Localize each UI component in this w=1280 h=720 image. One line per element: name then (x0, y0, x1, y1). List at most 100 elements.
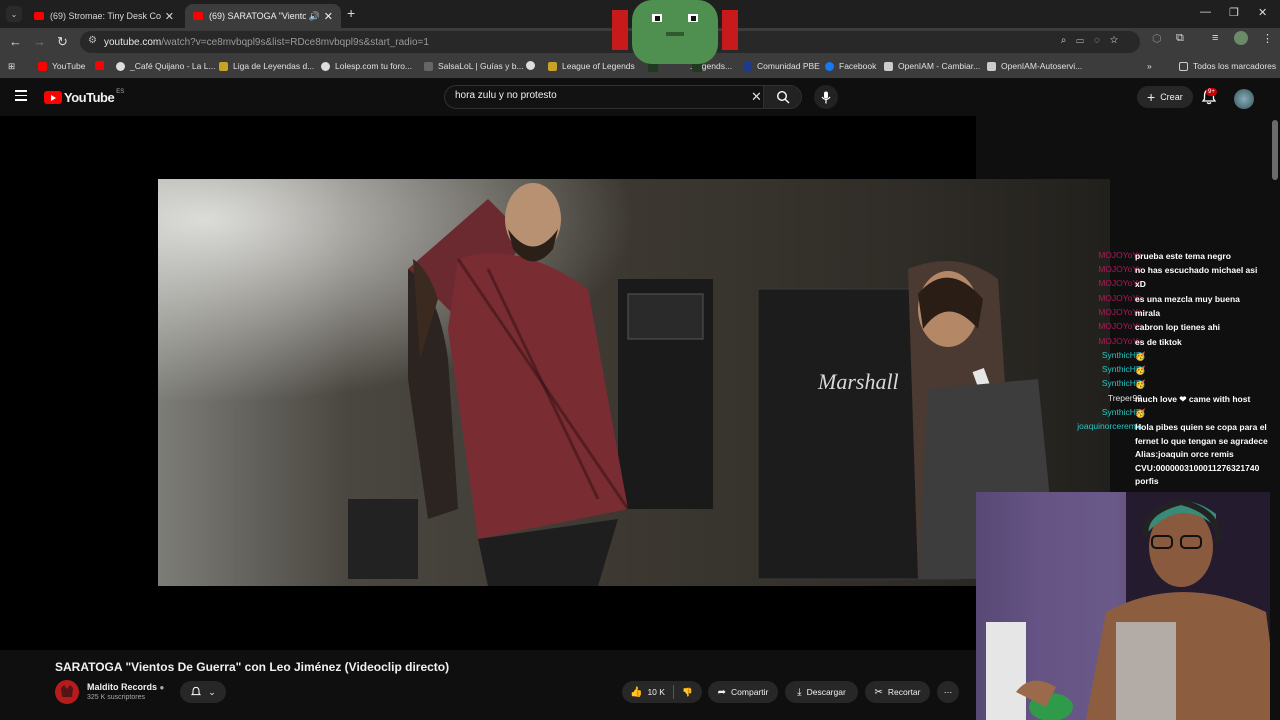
search-input[interactable] (455, 90, 745, 101)
bookmark-salsalol[interactable]: SalsaLoL | Guías y b... (424, 61, 524, 71)
video-frame[interactable]: Marshall (158, 179, 1110, 586)
account-avatar[interactable] (1234, 89, 1254, 109)
back-icon[interactable]: ← (9, 34, 22, 49)
chat-text: Hola pibes quien se copa para el fernet … (1135, 422, 1268, 486)
close-tab-icon[interactable]: ✕ (324, 10, 333, 23)
chat-text: prueba este tema negro (1135, 251, 1231, 261)
like-dislike-group: 👍 10 K 👎 (622, 681, 702, 703)
globe-icon (116, 61, 125, 71)
youtube-logo[interactable]: YouTube ES (44, 88, 125, 105)
like-button[interactable]: 👍 10 K (630, 687, 665, 698)
search-icon (776, 90, 789, 104)
clear-search-icon[interactable]: ✕ (751, 89, 762, 105)
close-tab-icon[interactable]: ✕ (165, 10, 174, 23)
browser-tab-stromae[interactable]: (69) Stromae: Tiny Desk Concert ✕ (26, 4, 182, 28)
bookmark-label: Liga de Leyendas d... (233, 61, 315, 71)
youtube-header: YouTube ES ✕ + Crear (0, 78, 1280, 116)
bell-icon (191, 686, 202, 696)
profile-avatar[interactable] (1234, 31, 1248, 45)
bookmark-comunidad-pbe[interactable]: Comunidad PBE (743, 61, 820, 71)
subscription-bell-button[interactable]: ⌄ (180, 681, 226, 703)
lol-favicon-icon (548, 61, 557, 71)
speaker-icon[interactable]: 🔊 (309, 11, 320, 22)
bookmark-facebook[interactable]: Facebook (825, 61, 876, 71)
tab-title: (69) SARATOGA "Vientos De (209, 11, 306, 21)
pbe-favicon-icon (743, 61, 752, 71)
chat-text: xD (1135, 279, 1146, 289)
channel-avatar[interactable] (55, 680, 79, 704)
chat-text: mirala (1135, 308, 1161, 318)
bookmark-label: Todos los marcadores (1193, 61, 1277, 71)
share-icon: ➦ (717, 686, 727, 698)
extension-icon[interactable]: ⬡ (1152, 32, 1162, 45)
openiam-favicon-icon (884, 61, 893, 71)
thumbs-down-icon: 👎 (681, 686, 693, 697)
chat-username: joaquinorceremis (1077, 421, 1142, 431)
divider (672, 685, 674, 699)
download-button[interactable]: ⤓ Descargar (785, 681, 858, 703)
create-button[interactable]: + Crear (1137, 86, 1193, 108)
youtube-favicon-icon (38, 61, 47, 71)
hamburger-menu-icon[interactable] (15, 90, 27, 104)
bookmark-lolesp[interactable]: Lolesp.com tu foro... (321, 61, 412, 71)
share-button[interactable]: ➦ Compartir (708, 681, 778, 703)
address-bar[interactable]: ⚙ youtube.com/watch?v=ce8mvbqpl9s&list=R… (80, 31, 1140, 53)
bookmark-label: Facebook (839, 61, 877, 71)
channel-name-text: Maldito Records (87, 682, 158, 692)
address-bar-actions[interactable]: ⌕▭◌☆ (1061, 35, 1128, 46)
chevron-down-icon: ⌄ (208, 686, 216, 697)
webcam-feed-image (976, 492, 1280, 720)
scrollbar-thumb[interactable] (1272, 120, 1278, 180)
pixel-mascot-overlay (612, 0, 738, 72)
bookmarks-overflow-icon[interactable]: » (1147, 61, 1152, 71)
verified-badge-icon: ● (159, 683, 165, 692)
bookmark-openiam-cambiar[interactable]: OpenIAM - Cambiar... (884, 61, 980, 71)
more-actions-button[interactable]: ⋯ (937, 681, 959, 703)
openiam-favicon-icon (987, 61, 996, 71)
microphone-icon (821, 91, 831, 103)
voice-search-button[interactable] (814, 85, 838, 109)
all-bookmarks-button[interactable]: Todos los marcadores (1179, 61, 1276, 71)
tab-title: (69) Stromae: Tiny Desk Concert (50, 11, 161, 21)
forward-icon[interactable]: → (33, 34, 46, 49)
close-window-icon[interactable]: ✕ (1258, 6, 1267, 19)
browser-menu-icon[interactable]: ⋮ (1262, 32, 1273, 45)
bookmark-youtube-icon-only[interactable] (95, 61, 109, 70)
extensions-puzzle-icon[interactable]: ⧉ (1176, 32, 1184, 45)
bookmark-cafe-quijano[interactable]: _Café Quijano - La L... (116, 61, 216, 71)
emote-icon: 🥳 (1135, 365, 1146, 375)
emote-icon: 🥳 (1135, 379, 1146, 389)
lol-favicon-icon (219, 61, 228, 71)
download-icon: ⤓ (797, 686, 802, 698)
page-scrollbar[interactable] (1270, 116, 1280, 720)
reload-icon[interactable]: ↻ (57, 34, 68, 50)
media-controls-icon[interactable]: ≡ (1212, 32, 1218, 44)
restore-icon[interactable]: ❐ (1229, 6, 1239, 19)
dislike-button[interactable]: 👎 (682, 687, 693, 698)
chat-text: no has escuchado michael asi (1135, 265, 1258, 275)
bookmark-openiam-autoservicio[interactable]: OpenIAM-Autoservi... (987, 61, 1082, 71)
share-label: Compartir (731, 687, 769, 697)
bookmark-label: Lolesp.com tu foro... (335, 61, 413, 71)
browser-tab-saratoga[interactable]: (69) SARATOGA "Vientos De 🔊 ✕ (185, 4, 341, 28)
bookmark-liga-leyendas[interactable]: Liga de Leyendas d... (219, 61, 314, 71)
concert-scene-image: Marshall (158, 179, 1110, 586)
channel-name[interactable]: Maldito Records ● (87, 682, 164, 692)
site-info-icon[interactable]: ⚙ (88, 35, 97, 46)
clip-button[interactable]: ✂ Recortar (865, 681, 930, 703)
bookmark-globe[interactable] (526, 61, 540, 70)
country-code: ES (116, 88, 125, 95)
apps-grid-icon[interactable]: ⊞ (8, 61, 15, 72)
video-title: SARATOGA "Vientos De Guerra" con Leo Jim… (55, 660, 450, 674)
chat-text: much love ❤ came with host (1135, 394, 1251, 404)
bookmark-youtube[interactable]: YouTube (38, 61, 85, 71)
more-horizontal-icon: ⋯ (943, 686, 953, 697)
new-tab-button[interactable]: + (347, 5, 355, 21)
emote-icon: 🥳 (1135, 408, 1146, 418)
search-button[interactable] (763, 86, 801, 108)
minimize-icon[interactable]: — (1200, 6, 1211, 18)
tab-search-dropdown[interactable]: ⌄ (6, 6, 22, 22)
bookmark-label: YouTube (52, 61, 86, 71)
bookmark-label: SalsaLoL | Guías y b... (438, 61, 524, 71)
url-host: youtube.com (104, 36, 162, 48)
